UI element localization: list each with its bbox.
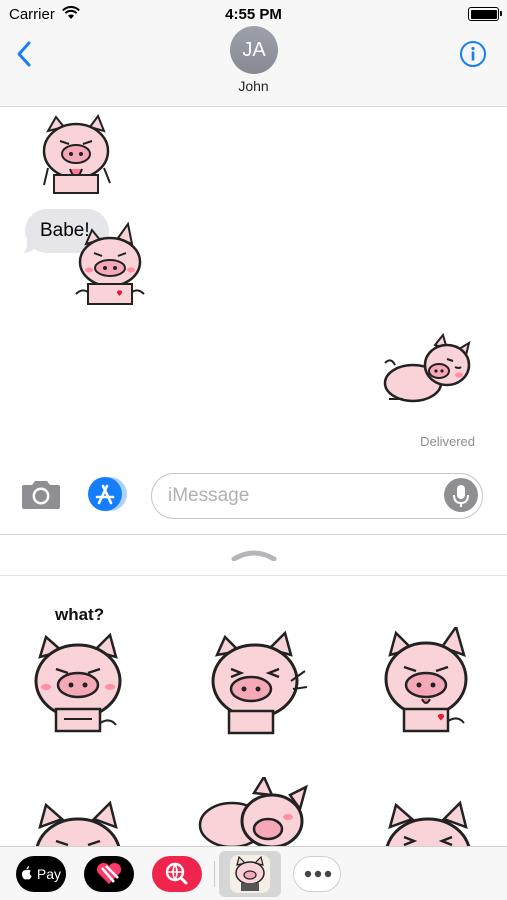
sticker-caption: what? <box>55 605 105 624</box>
app-store-icon <box>88 477 127 511</box>
search-images-app-button[interactable] <box>152 856 202 892</box>
microphone-button[interactable] <box>444 478 478 512</box>
pig-sticker-app-button[interactable] <box>219 851 281 897</box>
more-apps-button[interactable] <box>293 856 341 892</box>
contact-name[interactable]: John <box>0 78 507 94</box>
status-time: 4:55 PM <box>225 6 282 23</box>
back-button[interactable] <box>14 40 38 68</box>
apple-pay-app-button[interactable]: Pay <box>16 856 66 892</box>
sticker-pig-bottom-left[interactable] <box>30 799 126 849</box>
status-bar: Carrier 4:55 PM <box>0 0 507 28</box>
app-store-button[interactable] <box>86 476 130 512</box>
camera-button[interactable] <box>20 479 62 511</box>
globe-search-icon <box>165 862 188 885</box>
sticker-pig-lying-big[interactable] <box>198 777 310 849</box>
app-drawer-strip: Pay <box>0 846 507 900</box>
sent-sticker-pig-tongue[interactable] <box>38 113 118 195</box>
navigation-header: Carrier 4:55 PM JA John <box>0 0 507 107</box>
digital-touch-app-button[interactable] <box>84 856 134 892</box>
back-chevron-icon <box>17 41 31 67</box>
drawer-divider <box>0 575 507 576</box>
heart-icon <box>96 862 122 884</box>
pig-app-icon <box>230 855 270 893</box>
battery-icon <box>468 7 502 21</box>
info-icon <box>460 41 486 67</box>
apple-icon <box>21 866 32 880</box>
handle-icon[interactable] <box>230 549 278 561</box>
sticker-pig-heart[interactable] <box>72 222 148 306</box>
sticker-pig-bottom-right[interactable] <box>380 799 476 849</box>
more-icon <box>304 870 332 878</box>
sticker-pig-angry-heart[interactable] <box>380 627 476 733</box>
imessage-input[interactable] <box>168 474 438 517</box>
info-button[interactable] <box>459 40 487 68</box>
sticker-pig-what[interactable] <box>30 629 126 733</box>
microphone-icon <box>453 485 469 507</box>
composer-row <box>0 465 507 533</box>
strip-divider <box>214 861 215 887</box>
message-input-field[interactable] <box>151 473 483 519</box>
apple-pay-label: Pay <box>36 866 61 882</box>
messages-screen: Carrier 4:55 PM JA John Babe! Delivered … <box>0 0 507 900</box>
sticker-pig-squint[interactable] <box>207 631 311 735</box>
received-sticker-pig-lying[interactable] <box>383 333 473 405</box>
contact-avatar[interactable]: JA <box>230 26 278 74</box>
delivery-status: Delivered <box>420 434 475 449</box>
camera-icon <box>22 481 60 509</box>
